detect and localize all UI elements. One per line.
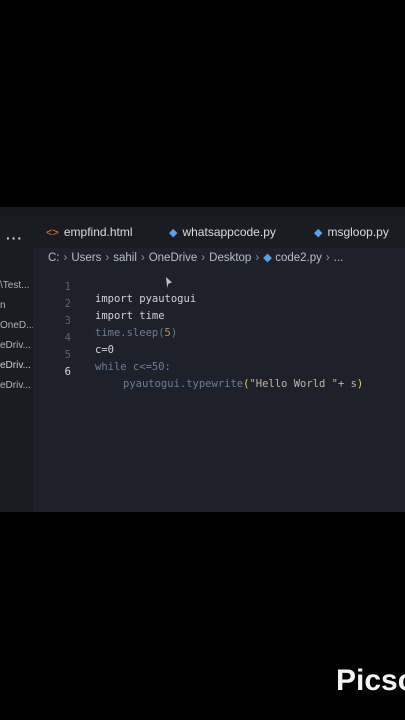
- breadcrumb: C: › Users › sahil › OneDrive › Desktop › ◆ code2.…: [48, 250, 343, 264]
- code-token: ): [356, 378, 364, 390]
- sidebar-item[interactable]: n: [0, 300, 33, 311]
- chevron-right-icon: ›: [255, 252, 260, 264]
- code-token: time.sleep(: [95, 327, 165, 339]
- code-token: ): [170, 327, 178, 339]
- line-number: 6: [64, 366, 71, 378]
- code-text[interactable]: import pyautogui: [95, 293, 196, 305]
- code-line: 4 c=0: [33, 320, 114, 356]
- code-editor-window: ··· \Test... n OneD... eDriv... eDriv...…: [0, 207, 405, 512]
- python-file-icon: ◆: [314, 227, 323, 239]
- python-file-icon: ◆: [169, 227, 178, 239]
- tab-msgloop[interactable]: ◆ msgloop.py: [314, 225, 389, 239]
- chevron-right-icon: ›: [140, 252, 145, 264]
- chevron-right-icon: ›: [105, 252, 110, 264]
- explorer-sidebar: ··· \Test... n OneD... eDriv... eDriv...…: [0, 216, 33, 512]
- breadcrumb-item[interactable]: C:: [48, 252, 60, 264]
- mouse-cursor-icon: [166, 277, 172, 288]
- breadcrumb-item[interactable]: Users: [71, 252, 101, 264]
- sidebar-item[interactable]: OneD...: [0, 320, 33, 331]
- code-text[interactable]: c=0: [95, 344, 114, 356]
- sidebar-item[interactable]: eDriv...: [0, 340, 33, 351]
- picsart-watermark: Picsc: [336, 664, 405, 697]
- sidebar-item[interactable]: eDriv...: [0, 380, 33, 391]
- code-line: 2 import time: [33, 286, 165, 322]
- code-text[interactable]: time.sleep(5): [95, 327, 177, 339]
- tab-bar: <> empfind.html ◆ whatsappcode.py ◆ msgloop…: [33, 216, 405, 248]
- chevron-right-icon: ›: [201, 252, 206, 264]
- ellipsis-icon[interactable]: ···: [6, 230, 23, 246]
- python-file-icon: ◆: [263, 252, 276, 264]
- code-token: pyautogui.typewrite: [123, 378, 244, 390]
- tab-empfind[interactable]: <> empfind.html: [46, 225, 133, 239]
- tab-label: empfind.html: [63, 225, 133, 239]
- code-line-current: 6 pyautogui.typewrite("Hello World "+ s): [33, 354, 364, 390]
- tab-whatsappcode[interactable]: ◆ whatsappcode.py: [169, 225, 276, 239]
- html-file-icon: <>: [46, 227, 59, 239]
- menu-bar: [0, 207, 405, 216]
- breadcrumb-item[interactable]: sahil: [113, 252, 137, 264]
- breadcrumb-trail[interactable]: ...: [334, 252, 344, 264]
- breadcrumb-item[interactable]: OneDrive: [149, 252, 198, 264]
- breadcrumb-item[interactable]: Desktop: [209, 252, 251, 264]
- code-text[interactable]: import time: [95, 310, 165, 322]
- chevron-right-icon: ›: [325, 252, 330, 264]
- code-token: while c<=50:: [95, 361, 171, 373]
- sidebar-item[interactable]: \Test...: [0, 280, 33, 291]
- tab-label: whatsappcode.py: [182, 225, 276, 239]
- chevron-right-icon: ›: [63, 252, 68, 264]
- code-token: "Hello World "+ s: [249, 378, 357, 390]
- code-line: 5 while c<=50:: [33, 337, 171, 373]
- code-text[interactable]: while c<=50:: [95, 361, 171, 373]
- code-line: 1 import pyautogui: [33, 269, 196, 305]
- breadcrumb-file[interactable]: code2.py: [275, 252, 322, 264]
- tab-label: msgloop.py: [327, 225, 389, 239]
- code-text[interactable]: pyautogui.typewrite("Hello World "+ s): [123, 378, 363, 390]
- sidebar-item-active[interactable]: eDriv...: [0, 360, 33, 371]
- code-line: 3 time.sleep(5): [33, 303, 178, 339]
